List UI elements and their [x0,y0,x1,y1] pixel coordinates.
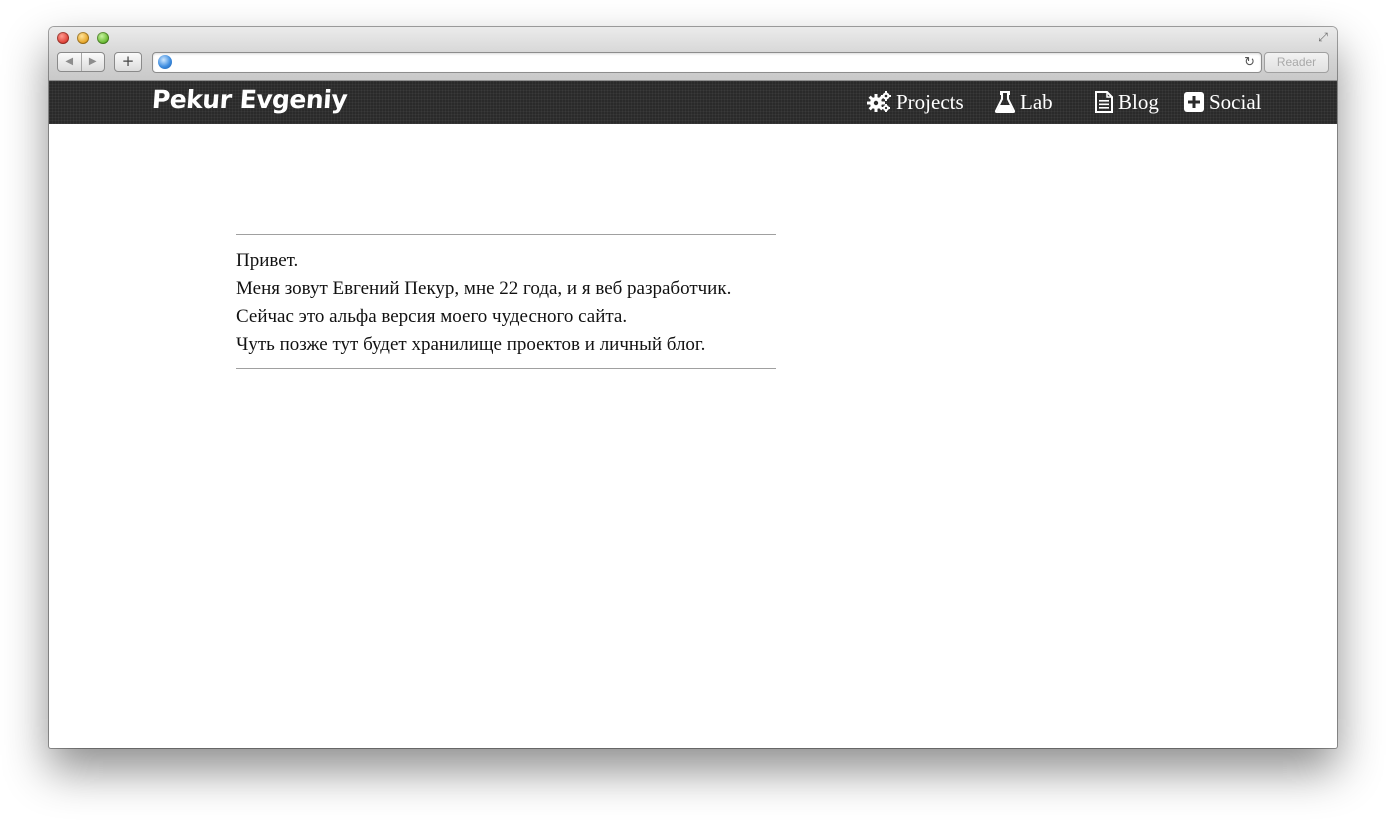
nav-lab[interactable]: Lab [995,90,1053,114]
fullscreen-icon[interactable]: ⤢ [1316,30,1330,44]
plus-square-icon [1184,92,1204,112]
nav-blog[interactable]: Blog [1095,90,1159,114]
reload-icon[interactable]: ↻ [1244,53,1255,72]
window-controls [57,32,109,44]
close-window-button[interactable] [57,32,69,44]
nav-social[interactable]: Social [1184,90,1262,114]
nav-blog-label: Blog [1118,90,1159,114]
browser-window: ⤢ ◀ ▶ + ↻ Reader Pekur Evgeniy Projects … [49,27,1337,748]
flask-icon [995,91,1015,113]
future-line: Чуть позже тут будет хранилище проектов … [236,334,706,355]
nav-projects[interactable]: Projects [867,90,964,114]
document-icon [1095,91,1113,113]
reader-button[interactable]: Reader [1264,52,1329,73]
globe-icon [158,55,172,69]
alpha-line: Сейчас это альфа версия моего чудесного … [236,306,628,327]
forward-button[interactable]: ▶ [80,53,105,71]
minimize-window-button[interactable] [77,32,89,44]
history-buttons: ◀ ▶ [57,52,105,72]
back-button[interactable]: ◀ [58,53,81,71]
nav-projects-label: Projects [896,90,964,114]
intro-text-block: Привет. Меня зовут Евгений Пекур, мне 22… [236,234,776,369]
zoom-window-button[interactable] [97,32,109,44]
address-bar[interactable]: ↻ [152,52,1262,73]
nav-lab-label: Lab [1020,90,1053,114]
intro-line: Меня зовут Евгений Пекур, мне 22 года, и… [236,278,732,299]
site-brand[interactable]: Pekur Evgeniy [151,85,348,114]
nav-social-label: Social [1209,90,1262,114]
gears-icon [867,91,891,112]
new-tab-button[interactable]: + [114,52,142,72]
browser-toolbar: ⤢ ◀ ▶ + ↻ Reader [49,27,1337,81]
greeting-line: Привет. [236,250,299,271]
site-header: Pekur Evgeniy Projects Lab Blog Social [49,81,1337,124]
